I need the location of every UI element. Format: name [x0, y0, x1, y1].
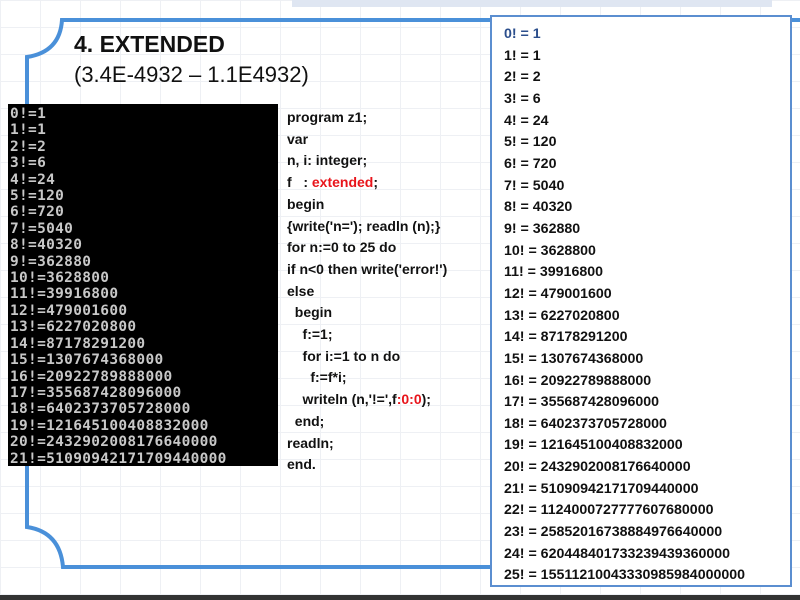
result-line: 14! = 87178291200 [504, 329, 628, 346]
bottom-bar [0, 595, 800, 600]
console-line: 21!=51090942171709440000 [10, 450, 227, 467]
result-line: 20! = 2432902008176640000 [504, 459, 691, 476]
result-line: 22! = 1124000727777607680000 [504, 502, 714, 519]
result-line: 7! = 5040 [504, 177, 565, 194]
slide-title: 4. EXTENDED [74, 31, 225, 57]
console-line: 0!=1 [10, 106, 47, 122]
code-line: readln; [287, 434, 334, 451]
result-line: 3! = 6 [504, 90, 541, 107]
result-line: 12! = 479001600 [504, 285, 612, 302]
code-line: var [287, 130, 309, 147]
factorial-results-box: 0! = 1 1! = 1 2! = 2 3! = 6 4! = 24 5! = 120 6… [490, 15, 792, 587]
console-line: 10!=3628800 [10, 270, 110, 287]
result-line: 25! = 15511210043330985984000000 [504, 567, 746, 584]
slide-subtitle: (3.4E-4932 – 1.1E4932) [74, 62, 309, 87]
result-line: 4! = 24 [504, 112, 549, 129]
code-line: if n<0 then write('error!') [287, 260, 448, 277]
console-line: 5!=120 [10, 188, 65, 205]
result-line: 2! = 2 [504, 69, 541, 86]
code-line: for n:=0 to 25 do [287, 239, 397, 256]
result-line: 8! = 40320 [504, 199, 573, 216]
console-line: 16!=20922789888000 [10, 368, 173, 385]
code-line: begin [287, 195, 325, 212]
result-line: 10! = 3628800 [504, 242, 596, 259]
result-line: 19! = 121645100408832000 [504, 437, 683, 454]
console-line: 1!=1 [10, 122, 47, 139]
result-line: 24! = 620448401733239439360000 [504, 545, 731, 562]
result-line: 5! = 120 [504, 134, 557, 151]
result-line: 13! = 6227020800 [504, 307, 620, 324]
console-line: 3!=6 [10, 155, 47, 172]
code-line: else [287, 282, 315, 299]
result-line: 0! = 1 [504, 26, 541, 42]
pascal-code: program z1; var n, i: integer; f : extended… [287, 107, 447, 476]
code-line: end. [287, 456, 316, 473]
code-line: program z1; [287, 109, 368, 125]
console-line: 15!=1307674368000 [10, 352, 164, 369]
console-line: 12!=479001600 [10, 302, 128, 319]
code-text: ); [421, 391, 431, 408]
result-line: 6! = 720 [504, 155, 557, 172]
code-line: f:=1; [287, 326, 333, 343]
code-text: writeln (n,'!=',f [287, 391, 397, 408]
code-highlight: extended [311, 174, 374, 191]
console-line: 4!=24 [10, 171, 56, 188]
code-line: for i:=1 to n do [287, 347, 401, 364]
console-line: 7!=5040 [10, 220, 74, 237]
code-line: writeln (n,'!=',f:0:0); [287, 389, 447, 411]
result-line: 21! = 51090942171709440000 [504, 480, 699, 497]
result-line: 23! = 25852016738884976640000 [504, 524, 723, 541]
console-line: 18!=6402373705728000 [10, 401, 191, 418]
result-line: 16! = 20922789888000 [504, 372, 652, 389]
result-line: 11! = 39916800 [504, 264, 604, 281]
result-line: 17! = 355687428096000 [504, 394, 660, 411]
code-highlight: :0:0 [396, 391, 422, 408]
code-line: f:=f*i; [287, 369, 347, 386]
console-line: 13!=6227020800 [10, 319, 137, 336]
console-line: 17!=355687428096000 [10, 384, 182, 401]
code-line: {write('n='); readln (n);} [287, 217, 441, 234]
result-line: 18! = 6402373705728000 [504, 415, 667, 432]
code-line: n, i: integer; [287, 152, 368, 169]
result-line: 1! = 1 [504, 47, 541, 64]
console-line: 6!=720 [10, 204, 65, 221]
code-line: end; [287, 412, 325, 429]
code-line: f : extended; [287, 172, 447, 194]
console-line: 20!=2432902008176640000 [10, 434, 218, 451]
console-line: 14!=87178291200 [10, 335, 146, 352]
code-text: f : [287, 174, 312, 191]
result-line: 9! = 362880 [504, 220, 581, 237]
code-line: begin [287, 304, 333, 321]
result-line: 15! = 1307674368000 [504, 350, 644, 367]
console-line: 19!=121645100408832000 [10, 417, 209, 434]
code-text: ; [373, 174, 379, 191]
console-line: 9!=362880 [10, 253, 92, 270]
console-line: 8!=40320 [10, 237, 83, 254]
console-output: 0!=1 1!=1 2!=2 3!=6 4!=24 5!=120 6!=720 7!=5040… [8, 104, 278, 467]
console-line: 2!=2 [10, 138, 47, 155]
console-line: 11!=39916800 [10, 286, 119, 303]
